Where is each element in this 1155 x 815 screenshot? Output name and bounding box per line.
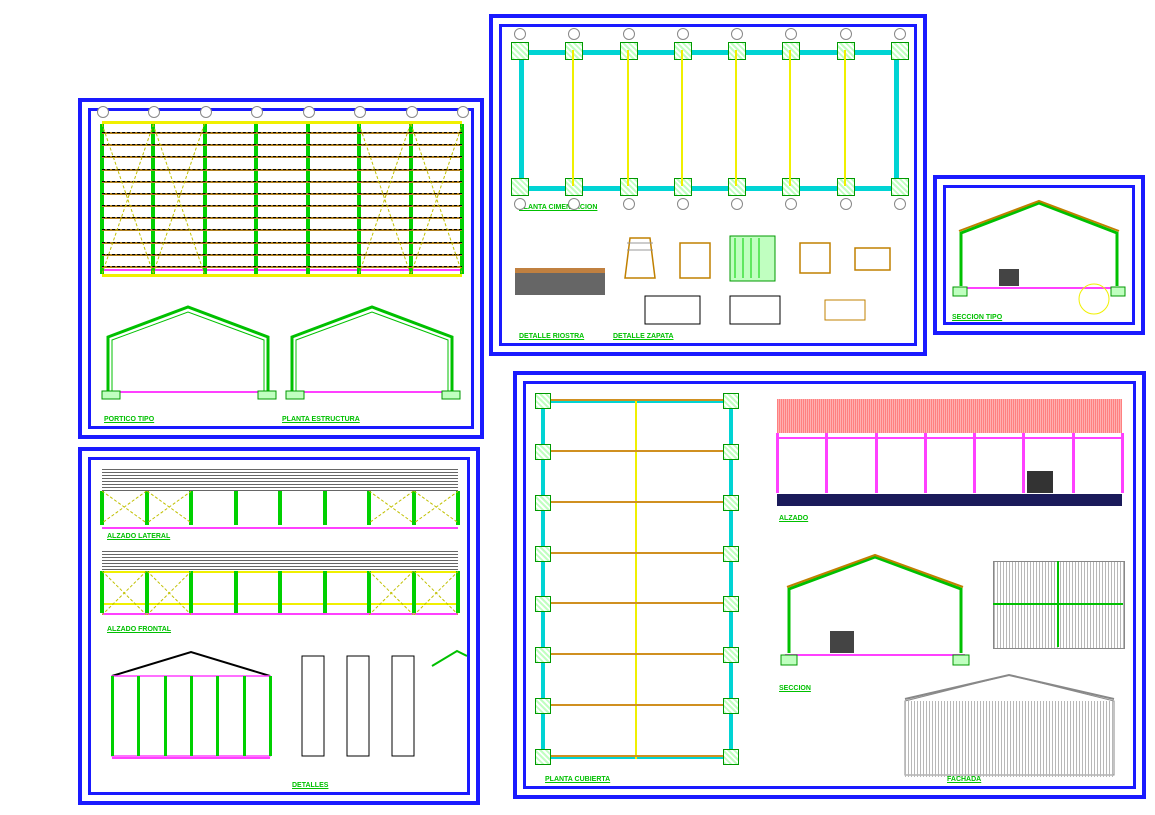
rafter <box>541 552 733 554</box>
panel-foundation: PLANTA CIMENTACION DETALLE ZAPATA DETALL… <box>489 14 927 356</box>
caption-p4a: PLANTA CUBIERTA <box>545 776 610 783</box>
rafter <box>541 450 733 452</box>
caption-p2c: DETALLE RIOSTRA <box>519 333 584 340</box>
footing <box>728 42 746 60</box>
footing <box>837 178 855 196</box>
footing <box>565 178 583 196</box>
rafter <box>541 755 733 757</box>
column <box>306 124 310 274</box>
brace-x <box>102 124 153 274</box>
footing <box>511 178 529 196</box>
footing <box>674 178 692 196</box>
rafter <box>541 501 733 503</box>
footing <box>620 42 638 60</box>
column-line <box>844 50 846 186</box>
portal-frame-2 <box>282 297 462 402</box>
grid-bubble <box>457 106 469 118</box>
footing <box>565 42 583 60</box>
panel-roof-and-views: PLANTA CUBIERTA ALZADO SECCION FACHADA <box>513 371 1146 799</box>
rafter <box>541 602 733 604</box>
grid-bubble <box>406 106 418 118</box>
caption-p4b: ALZADO <box>779 515 808 522</box>
column-line <box>735 50 737 186</box>
grid-bubble <box>97 106 109 118</box>
panel-structure-plan: /*generated below via loop*/ PORTICO TIP… <box>78 98 484 439</box>
footing <box>674 42 692 60</box>
column-line <box>789 50 791 186</box>
column <box>323 571 327 613</box>
caption-p1b: PLANTA ESTRUCTURA <box>282 416 360 423</box>
rafter <box>541 653 733 655</box>
footing <box>782 178 800 196</box>
brace-x <box>153 124 204 274</box>
footing <box>891 42 909 60</box>
cross-section <box>775 543 975 683</box>
caption-p5: SECCION TIPO <box>952 314 1002 321</box>
section-frame <box>949 191 1129 316</box>
detail-views <box>292 646 467 776</box>
caption-p1a: PORTICO TIPO <box>104 416 154 423</box>
footing <box>728 178 746 196</box>
foundation-details <box>515 218 905 328</box>
footing <box>782 42 800 60</box>
column <box>278 491 282 525</box>
caption-p4c: SECCION <box>779 685 811 692</box>
portal-frame-1 <box>98 297 278 402</box>
caption-p2a: PLANTA CIMENTACION <box>519 204 597 211</box>
panel-section: SECCION TIPO <box>933 175 1145 335</box>
caption-p3c: DETALLES <box>292 782 328 789</box>
column <box>234 491 238 525</box>
brace-x <box>411 124 462 274</box>
panel-elevations: ALZADO LATERAL ALZADO FRONTAL DETALLES <box>78 447 480 805</box>
grid-bubble <box>303 106 315 118</box>
column-line <box>681 50 683 186</box>
footing <box>511 42 529 60</box>
column <box>323 491 327 525</box>
caption-p2b: DETALLE ZAPATA <box>613 333 674 340</box>
caption-p3a: ALZADO LATERAL <box>107 533 170 540</box>
rafter <box>541 399 733 401</box>
footing <box>837 42 855 60</box>
column-line <box>572 50 574 186</box>
column-line <box>627 50 629 186</box>
column <box>278 571 282 613</box>
caption-p3b: ALZADO FRONTAL <box>107 626 171 633</box>
caption-p4d: FACHADA <box>947 776 981 783</box>
brace-x <box>359 124 410 274</box>
footing <box>620 178 638 196</box>
grid-bubble <box>200 106 212 118</box>
column <box>234 571 238 613</box>
column <box>254 124 258 274</box>
footing <box>891 178 909 196</box>
rafter <box>541 704 733 706</box>
drawing-sheet: /*generated below via loop*/ PORTICO TIP… <box>0 0 1155 815</box>
